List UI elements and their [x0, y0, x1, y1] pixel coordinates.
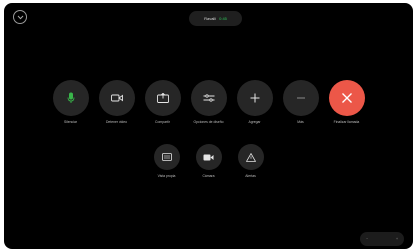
end-call-control[interactable]: Finalizar llamada	[328, 80, 365, 124]
call-screen: Ravalli 0:45 Silenciar Detener video Com…	[4, 3, 413, 249]
add-button[interactable]	[236, 80, 273, 116]
close-icon	[341, 93, 352, 103]
layout-label: Opciones de diseño	[193, 120, 224, 124]
plus-icon	[250, 93, 259, 103]
collapse-button[interactable]	[13, 10, 27, 24]
microphone-icon	[67, 92, 74, 103]
camera-control[interactable]: Cámara	[194, 144, 224, 178]
zoom-control: − +	[360, 232, 404, 246]
mute-label: Silenciar	[63, 120, 77, 124]
share-icon	[156, 93, 169, 103]
end-call-label: Finalizar llamada	[333, 120, 360, 124]
keypad-icon	[161, 153, 172, 161]
zoom-out-button[interactable]: −	[366, 237, 368, 241]
call-timer: 0:45	[219, 16, 227, 21]
stop-video-button[interactable]	[98, 80, 135, 116]
camera-label: Cámara	[202, 174, 215, 178]
mute-button[interactable]	[52, 80, 89, 116]
more-label: Más	[297, 120, 304, 124]
more-button[interactable]	[282, 80, 319, 116]
share-label: Compartir	[155, 120, 170, 124]
video-icon	[203, 154, 214, 160]
share-button[interactable]	[144, 80, 181, 116]
layout-control[interactable]: Opciones de diseño	[190, 80, 227, 124]
keypad-label: Vista propia	[157, 174, 176, 178]
add-control[interactable]: Agregar	[236, 80, 273, 124]
chevron-down-icon	[17, 15, 23, 19]
more-icon	[296, 97, 305, 99]
secondary-controls: Vista propia Cámara Alertas	[4, 144, 413, 178]
video-control[interactable]: Detener video	[98, 80, 135, 124]
warning-icon	[245, 152, 256, 162]
camera-icon	[110, 94, 123, 102]
video-label: Detener video	[105, 120, 128, 124]
layout-button[interactable]	[190, 80, 227, 116]
keypad-control[interactable]: Vista propia	[152, 144, 182, 178]
mute-control[interactable]: Silenciar	[52, 80, 89, 124]
share-control[interactable]: Compartir	[144, 80, 181, 124]
keypad-button[interactable]	[153, 144, 180, 170]
camera-button[interactable]	[195, 144, 222, 170]
add-label: Agregar	[248, 120, 261, 124]
layout-icon	[203, 94, 214, 102]
alert-label: Alertas	[245, 174, 256, 178]
zoom-in-button[interactable]: +	[396, 237, 398, 241]
end-call-button[interactable]	[328, 80, 365, 116]
call-status-pill[interactable]: Ravalli 0:45	[189, 11, 242, 26]
primary-controls: Silenciar Detener video Compartir Opcion…	[4, 80, 413, 124]
more-control[interactable]: Más	[282, 80, 319, 124]
alert-control[interactable]: Alertas	[236, 144, 266, 178]
call-name: Ravalli	[204, 16, 217, 21]
alert-button[interactable]	[237, 144, 264, 170]
